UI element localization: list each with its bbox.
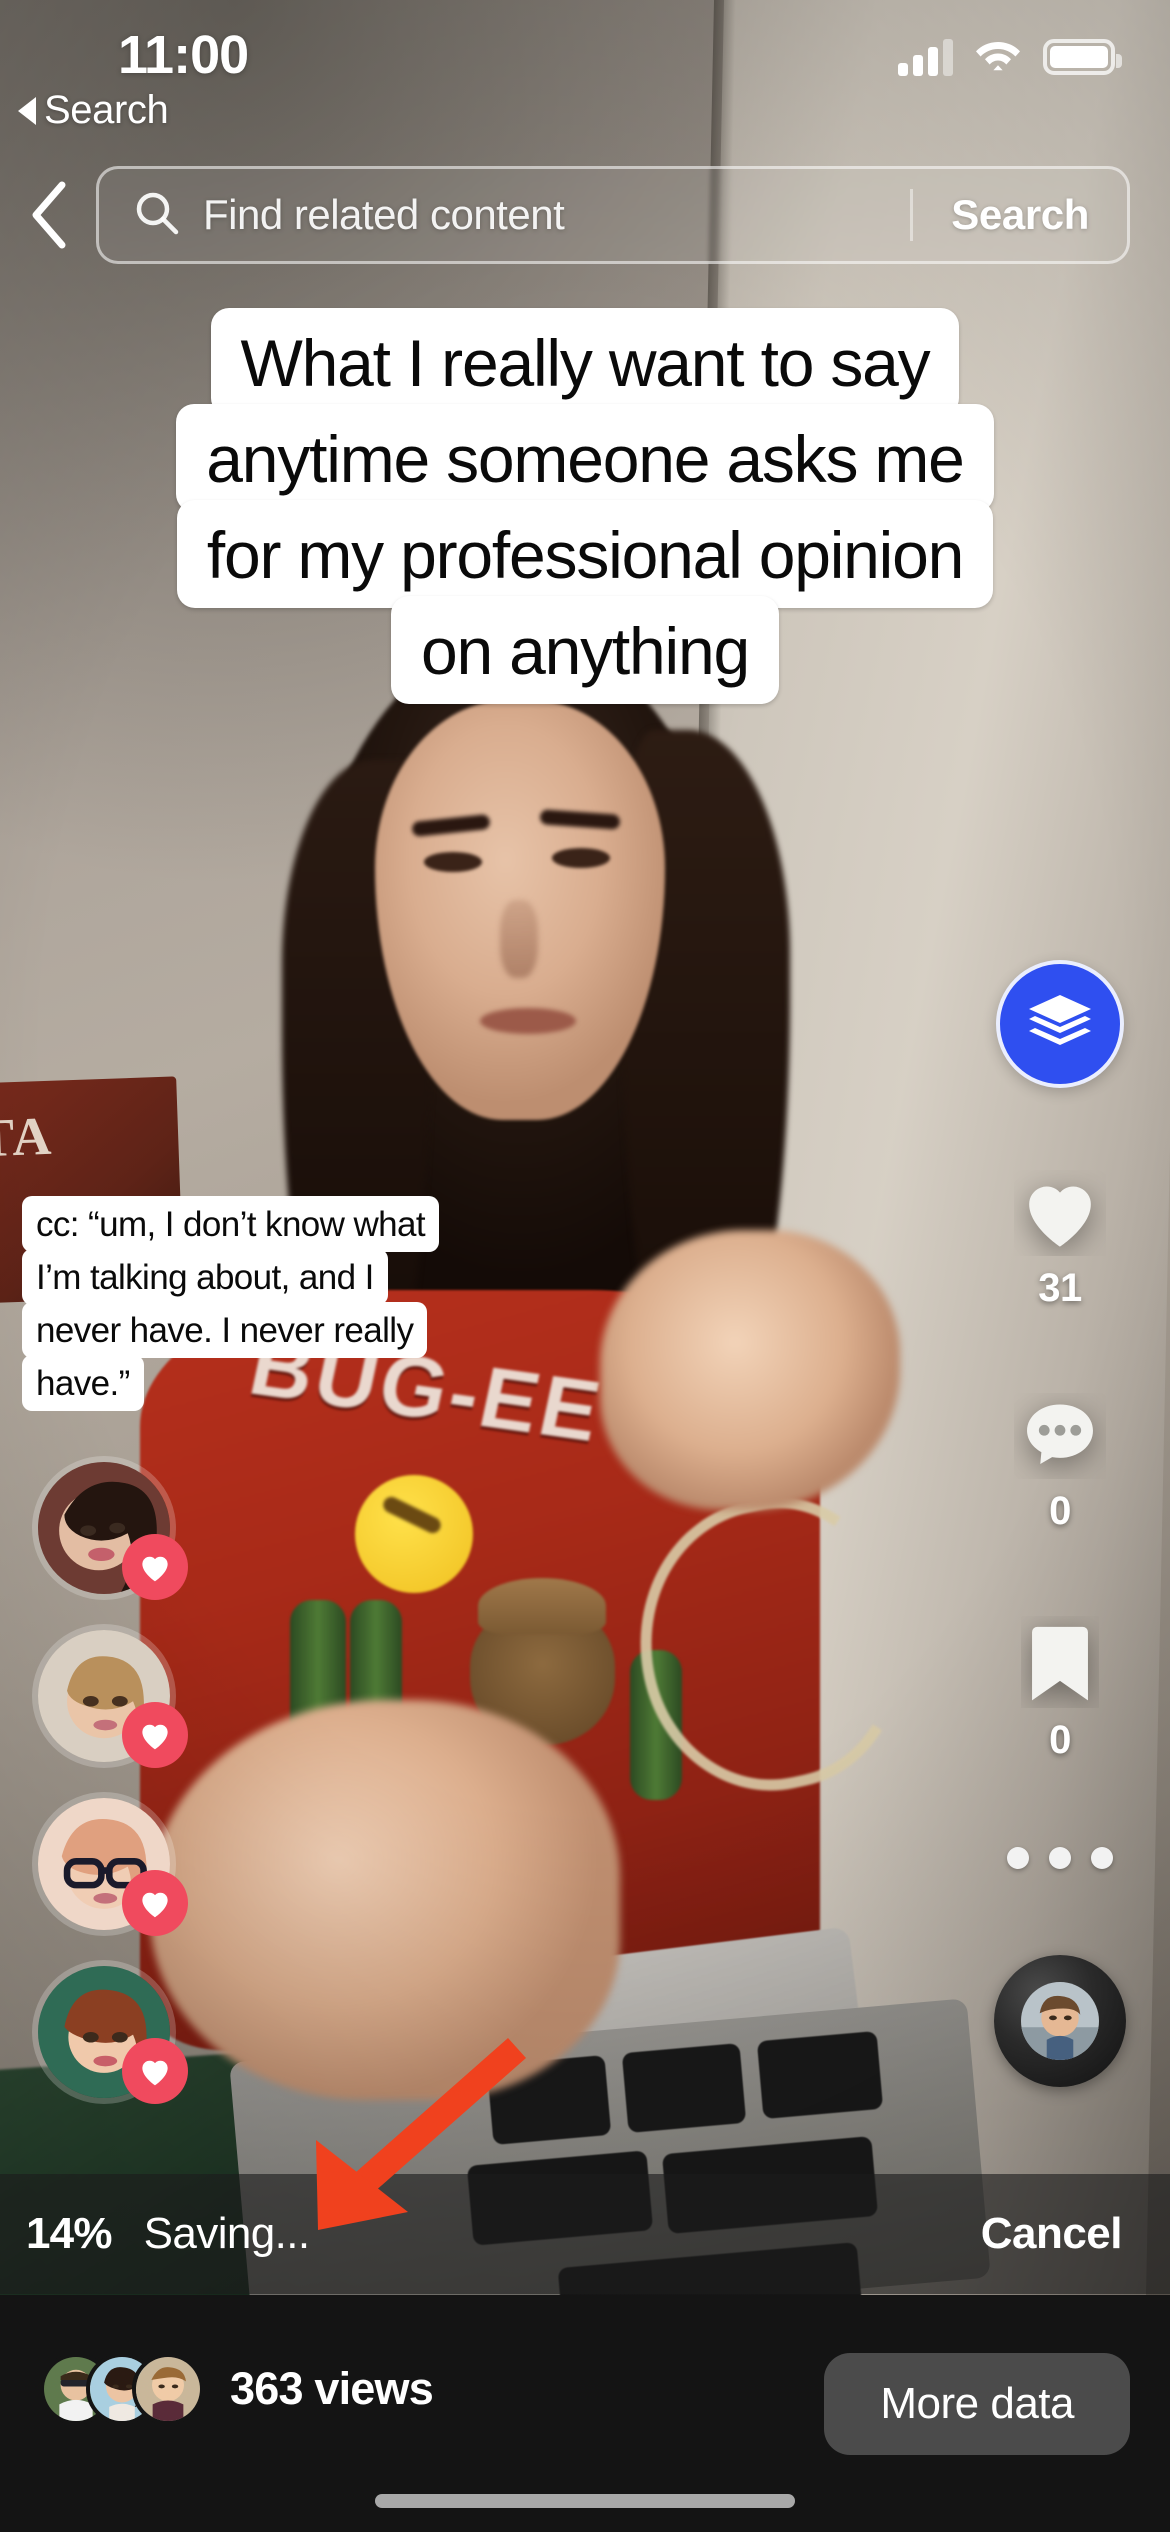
like-count: 31 bbox=[1038, 1266, 1082, 1310]
back-button[interactable] bbox=[0, 179, 96, 251]
cc-line: never have. I never really bbox=[22, 1302, 428, 1358]
comment-bubble-icon bbox=[1027, 1404, 1093, 1464]
subject-arm-left bbox=[150, 1700, 620, 2100]
wifi-icon bbox=[975, 36, 1021, 77]
cc-line: have.” bbox=[22, 1355, 144, 1411]
heart-icon bbox=[122, 1870, 188, 1936]
subject-eye-left bbox=[424, 852, 482, 872]
cancel-button[interactable]: Cancel bbox=[981, 2209, 1123, 2259]
comment-count: 0 bbox=[1049, 1489, 1071, 1533]
bookmark-count: 0 bbox=[1049, 1718, 1071, 1762]
caption-line: on anything bbox=[390, 596, 780, 704]
video-caption-overlay: What I really want to say anytime someon… bbox=[0, 308, 1170, 704]
phone-screen: BUG-EE 11:00 bbox=[0, 0, 1170, 2532]
comment-button[interactable]: 0 bbox=[1014, 1393, 1106, 1534]
heart-icon bbox=[122, 1702, 188, 1768]
heart-icon bbox=[122, 2038, 188, 2104]
heart-icon bbox=[122, 1534, 188, 1600]
more-horizontal-icon bbox=[1049, 1847, 1071, 1869]
bookmark-button[interactable]: 0 bbox=[1021, 1616, 1099, 1763]
sweatshirt-critter-hat-graphic bbox=[478, 1578, 606, 1634]
viewer-avatar bbox=[132, 2353, 204, 2425]
status-bar: 11:00 Search bbox=[0, 0, 1170, 140]
liker-avatar-3[interactable] bbox=[38, 1798, 188, 1936]
subject-eye-right bbox=[552, 848, 610, 868]
more-horizontal-icon bbox=[1091, 1847, 1113, 1869]
status-indicators bbox=[898, 36, 1122, 77]
cellular-signal-icon bbox=[898, 38, 953, 76]
liker-avatar-rail bbox=[38, 1462, 188, 2104]
bookmark-icon bbox=[1032, 1626, 1088, 1701]
laptop-key bbox=[621, 2043, 747, 2133]
cc-line: I’m talking about, and I bbox=[22, 1249, 388, 1305]
triangle-left-icon bbox=[18, 96, 36, 125]
subject-nose bbox=[500, 900, 538, 978]
layers-stack-icon bbox=[1029, 995, 1091, 1045]
liker-avatar-2[interactable] bbox=[38, 1630, 188, 1768]
viewer-avatar-stack[interactable] bbox=[40, 2353, 204, 2425]
caption-line: What I really want to say bbox=[210, 308, 960, 416]
like-button[interactable]: 31 bbox=[1014, 1170, 1106, 1311]
home-indicator[interactable] bbox=[375, 2494, 795, 2508]
more-options-button[interactable] bbox=[1007, 1847, 1113, 1869]
more-data-button[interactable]: More data bbox=[824, 2353, 1130, 2455]
battery-icon bbox=[1043, 38, 1122, 75]
search-input-placeholder[interactable]: Find related content bbox=[203, 191, 910, 239]
back-to-search-label: Search bbox=[44, 88, 169, 132]
laptop-key bbox=[756, 2030, 884, 2120]
search-icon bbox=[133, 189, 181, 242]
chevron-left-icon bbox=[32, 181, 66, 249]
subject-mouth bbox=[480, 1008, 576, 1034]
status-time: 11:00 bbox=[118, 25, 249, 85]
more-horizontal-icon bbox=[1007, 1847, 1029, 1869]
search-bar-row: Find related content Search bbox=[0, 160, 1170, 270]
buffer-share-button[interactable] bbox=[996, 960, 1124, 1088]
caption-line: anytime someone asks me bbox=[176, 404, 994, 512]
cc-line: cc: “um, I don’t know what bbox=[22, 1196, 440, 1252]
heart-icon bbox=[1029, 1186, 1091, 1247]
liker-avatar-4[interactable] bbox=[38, 1966, 188, 2104]
sweatshirt-sun-graphic bbox=[355, 1475, 473, 1593]
avatar bbox=[1021, 1982, 1099, 2060]
caption-line: for my professional opinion bbox=[176, 500, 994, 608]
related-content-search-field[interactable]: Find related content Search bbox=[96, 166, 1130, 264]
saving-status-label: Saving... bbox=[143, 2209, 310, 2258]
closed-caption-overlay: cc: “um, I don’t know what I’m talking a… bbox=[22, 1196, 440, 1411]
search-submit-button[interactable]: Search bbox=[913, 191, 1127, 239]
liker-avatar-1[interactable] bbox=[38, 1462, 188, 1600]
saving-percent: 14% bbox=[26, 2209, 112, 2258]
saving-progress-bar: 14% Saving... Cancel bbox=[0, 2174, 1170, 2294]
back-to-search-link[interactable]: Search bbox=[18, 88, 169, 133]
sound-disc-button[interactable] bbox=[994, 1955, 1126, 2087]
action-rail: 31 0 0 bbox=[980, 960, 1140, 2087]
subject-arm-right bbox=[600, 1230, 900, 1510]
views-count-label: 363 views bbox=[230, 2363, 434, 2414]
